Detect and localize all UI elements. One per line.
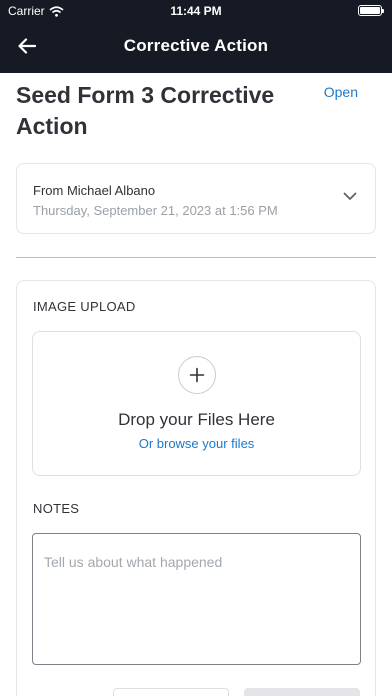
image-upload-label: IMAGE UPLOAD [33,299,136,314]
drop-files-text: Drop your Files Here [118,410,275,429]
browse-files-link[interactable]: Or browse your files [33,436,360,451]
corrective-action-form: IMAGE UPLOAD Drop your Files Here Or bro… [16,280,376,696]
status-time: 11:44 PM [170,4,222,18]
status-bar: Carrier 11:44 PM [0,0,392,22]
add-file-button[interactable] [178,356,216,394]
app-header: Carrier 11:44 PM Corrective Action [0,0,392,73]
submit-button[interactable] [244,688,360,696]
secondary-button[interactable] [113,688,229,696]
status-badge: Open [323,84,358,100]
submission-date: Thursday, September 21, 2023 at 1:56 PM [33,203,278,218]
file-drop-zone[interactable]: Drop your Files Here Or browse your file… [32,331,361,476]
section-divider [16,257,376,258]
notes-input[interactable] [32,533,361,665]
chevron-down-icon[interactable] [343,192,357,201]
plus-icon [189,367,205,383]
battery-fill [360,7,380,14]
page-title: Seed Form 3 Corrective Action [16,82,275,139]
submission-info-card[interactable]: From Michael Albano Thursday, September … [16,163,376,234]
notes-label: NOTES [33,501,80,516]
nav-title: Corrective Action [123,36,269,55]
battery-icon [358,5,384,16]
from-label: From Michael Albano [33,183,156,198]
